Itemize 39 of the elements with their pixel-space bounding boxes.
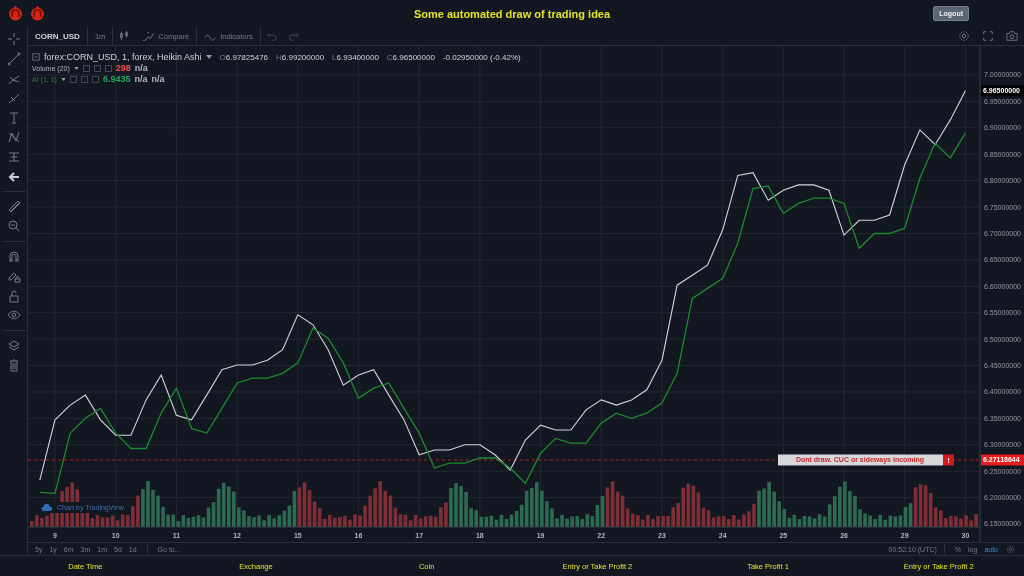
ohlc-value: L6.93400000 xyxy=(332,52,379,62)
page-title: Some automated draw of trading idea xyxy=(413,7,611,20)
symbol-button[interactable]: CORN_USD xyxy=(28,27,88,46)
layers-icon[interactable] xyxy=(6,338,21,353)
logo-icon xyxy=(30,6,45,22)
settings-icon[interactable] xyxy=(958,30,970,43)
study-value: 6.9435 xyxy=(102,74,131,85)
redo-icon[interactable] xyxy=(287,30,300,43)
logo-icon xyxy=(8,6,23,22)
study-value: 298 xyxy=(115,63,131,74)
cloud-icon xyxy=(41,503,53,513)
arrow-left-icon[interactable] xyxy=(6,169,21,184)
candles-icon[interactable] xyxy=(118,30,131,43)
collapse-icon[interactable] xyxy=(32,53,40,62)
caret-icon[interactable] xyxy=(73,66,79,70)
magnet-icon[interactable] xyxy=(6,249,21,264)
study-value: n/a xyxy=(134,63,148,74)
ohlc-value: O6.97825476 xyxy=(219,52,269,62)
crosshair-icon[interactable] xyxy=(6,32,21,47)
camera-icon[interactable] xyxy=(1006,30,1018,43)
measure-icon[interactable] xyxy=(6,150,21,164)
ohlc-value: C6.96500000 xyxy=(386,52,435,62)
ruler-icon[interactable] xyxy=(6,199,21,214)
undo-icon[interactable] xyxy=(265,30,278,43)
caret-icon[interactable] xyxy=(205,55,212,60)
lock-icon[interactable] xyxy=(6,288,21,303)
settings-icon[interactable] xyxy=(1006,544,1015,554)
ohlc-value: H6.99200000 xyxy=(276,52,325,62)
study-value: n/a xyxy=(134,74,148,85)
alert-flag[interactable]: ! xyxy=(943,454,954,466)
compare-icon xyxy=(142,30,155,43)
study-value: n/a xyxy=(151,74,165,85)
zoom-icon[interactable] xyxy=(6,219,21,234)
price-change: -0.02950000 (-0.42%) xyxy=(442,52,521,62)
series-title[interactable]: forex:CORN_USD, 1, forex, Heikin Ashi xyxy=(44,52,202,63)
caret-icon[interactable] xyxy=(60,77,66,81)
fullscreen-icon[interactable] xyxy=(982,30,994,43)
pattern-icon[interactable] xyxy=(6,130,21,145)
trend-line-icon[interactable] xyxy=(6,52,21,66)
